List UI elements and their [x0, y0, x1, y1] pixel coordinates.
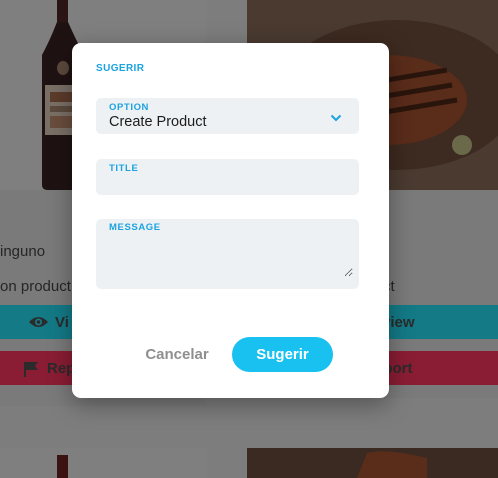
- option-label: OPTION: [109, 102, 150, 113]
- dialog-title: SUGERIR: [96, 63, 145, 74]
- message-label: MESSAGE: [109, 222, 161, 233]
- title-field: TITLE: [96, 159, 359, 195]
- suggest-dialog: SUGERIR OPTION Create Product TITLE MESS…: [72, 43, 389, 398]
- chevron-down-icon[interactable]: [330, 110, 342, 128]
- message-textarea[interactable]: [108, 235, 353, 277]
- message-field: MESSAGE: [96, 219, 359, 289]
- option-selected-value: Create Product: [109, 114, 207, 130]
- title-input[interactable]: [108, 175, 351, 193]
- submit-button[interactable]: Sugerir: [232, 337, 333, 372]
- title-label: TITLE: [109, 163, 139, 174]
- cancel-button[interactable]: Cancelar: [134, 337, 220, 371]
- option-select[interactable]: OPTION Create Product: [96, 98, 359, 134]
